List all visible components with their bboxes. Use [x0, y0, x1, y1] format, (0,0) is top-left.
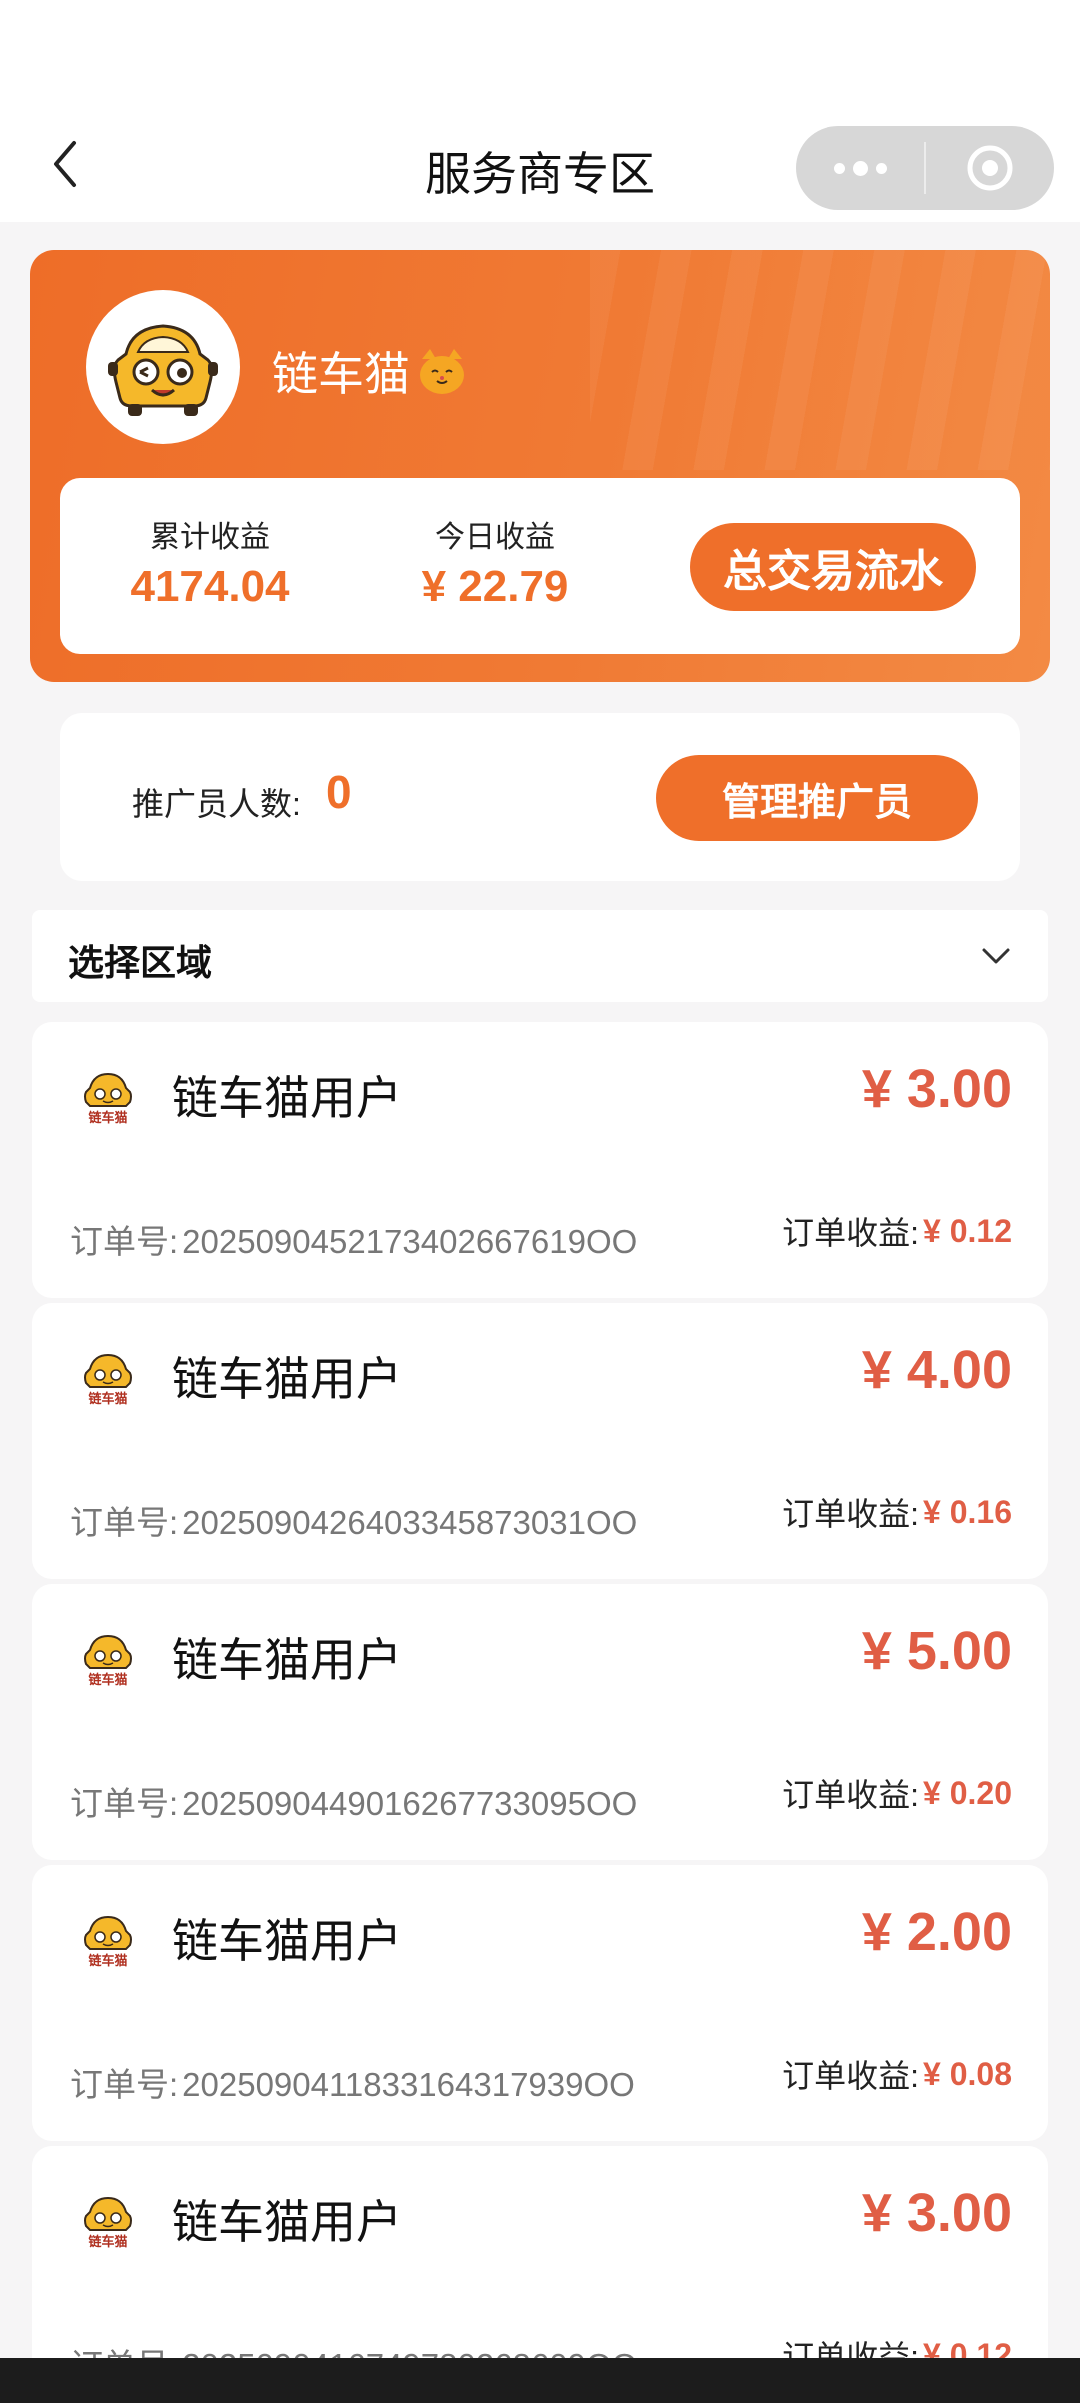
- total-earnings: 累计收益 4174.04: [100, 512, 320, 612]
- earnings-panel: 累计收益 4174.04 今日收益 ¥ 22.79 总交易流水: [60, 478, 1020, 654]
- profile-name-row: 链车猫: [272, 338, 468, 404]
- order-number: 订单号: 2025090426403345873031OO: [70, 1496, 637, 1544]
- order-income-label: 订单收益:: [782, 2058, 920, 2094]
- profile-card: 链车猫 累计收益 4174.04 今日收益 ¥ 22.79 总交易流水: [30, 250, 1050, 682]
- order-income: 订单收益: ¥ 0.08: [782, 2051, 1012, 2097]
- order-amount: ¥ 3.00: [861, 2183, 1012, 2243]
- order-number-value: 2025090426403345873031OO: [182, 1504, 638, 1541]
- order-item[interactable]: 链车猫 链车猫用户 ¥ 4.00 订单号: 2025090426403345873…: [32, 1303, 1048, 1579]
- order-item[interactable]: 链车猫 链车猫用户 ¥ 3.00 订单号: 2025090452173402667…: [32, 1022, 1048, 1298]
- brand-logo-icon: 链车猫: [84, 1634, 132, 1688]
- card-decoration: [590, 250, 1050, 470]
- total-earnings-label: 累计收益: [150, 521, 270, 554]
- target-circle-icon: [967, 145, 1013, 191]
- order-income: 订单收益: ¥ 0.12: [782, 1208, 1012, 1254]
- region-label: 选择区域: [68, 942, 213, 983]
- order-user-name: 链车猫用户: [172, 1634, 402, 1686]
- order-list: 链车猫 链车猫用户 ¥ 3.00 订单号: 2025090452173402667…: [32, 1022, 1048, 2403]
- avatar: [86, 290, 240, 444]
- order-income: 订单收益: ¥ 0.20: [782, 1770, 1012, 1816]
- manage-promoters-button[interactable]: 管理推广员: [656, 755, 978, 841]
- order-user-name: 链车猫用户: [172, 2196, 402, 2248]
- order-user-name: 链车猫用户: [172, 1353, 402, 1405]
- total-earnings-value: 4174.04: [130, 562, 290, 611]
- brand-logo-icon: 链车猫: [84, 1072, 132, 1126]
- today-earnings: 今日收益 ¥ 22.79: [385, 512, 605, 612]
- order-income-label: 订单收益:: [782, 1496, 920, 1532]
- today-earnings-label: 今日收益: [435, 521, 555, 554]
- order-number-label: 订单号:: [70, 1504, 179, 1541]
- more-dots-icon: [833, 160, 887, 176]
- profile-name: 链车猫: [272, 348, 410, 400]
- svg-text:链车猫: 链车猫: [87, 1391, 127, 1407]
- order-income-label: 订单收益:: [782, 1777, 920, 1813]
- order-income: 订单收益: ¥ 0.16: [782, 1489, 1012, 1535]
- order-income-value: ¥ 0.20: [923, 1774, 1012, 1811]
- order-income-label: 订单收益:: [782, 1215, 920, 1251]
- order-number-value: 2025090449016267733095OO: [182, 1785, 638, 1822]
- promoter-count-label: 推广员人数:: [132, 786, 301, 822]
- order-amount: ¥ 3.00: [861, 1059, 1012, 1119]
- order-number: 订单号: 2025090449016267733095OO: [70, 1777, 637, 1825]
- svg-text:链车猫: 链车猫: [87, 1953, 127, 1969]
- nav-bar: 服务商专区: [0, 110, 1080, 222]
- mini-program-capsule: [796, 126, 1054, 210]
- car-mascot-icon: [108, 324, 218, 416]
- order-number: 订单号: 2025090452173402667619OO: [70, 1215, 637, 1263]
- order-income-value: ¥ 0.16: [923, 1493, 1012, 1530]
- order-amount: ¥ 4.00: [861, 1340, 1012, 1400]
- brand-logo-icon: 链车猫: [84, 1915, 132, 1969]
- order-number-value: 2025090411833164317939OO: [182, 2066, 635, 2103]
- order-number-label: 订单号:: [70, 1223, 179, 1260]
- svg-text:链车猫: 链车猫: [87, 1110, 127, 1126]
- order-user-name: 链车猫用户: [172, 1072, 402, 1124]
- status-bar: [0, 0, 1080, 110]
- region-selector[interactable]: 选择区域: [32, 910, 1048, 1002]
- cat-face-icon: [420, 349, 464, 394]
- total-flow-button[interactable]: 总交易流水: [690, 523, 976, 611]
- order-user-name: 链车猫用户: [172, 1915, 402, 1967]
- order-number: 订单号: 2025090411833164317939OO: [70, 2058, 635, 2106]
- order-item[interactable]: 链车猫 链车猫用户 ¥ 2.00 订单号: 2025090411833164317…: [32, 1865, 1048, 2141]
- today-earnings-value: ¥ 22.79: [421, 562, 569, 611]
- close-button[interactable]: [926, 126, 1054, 210]
- order-amount: ¥ 5.00: [861, 1621, 1012, 1681]
- system-navigation-bar: [0, 2358, 1080, 2403]
- order-amount: ¥ 2.00: [861, 1902, 1012, 1962]
- svg-text:链车猫: 链车猫: [87, 2234, 127, 2250]
- brand-logo-icon: 链车猫: [84, 2196, 132, 2250]
- order-number-label: 订单号:: [70, 1785, 179, 1822]
- svg-text:链车猫: 链车猫: [87, 1672, 127, 1688]
- promoter-count: 0: [326, 766, 352, 818]
- order-number-label: 订单号:: [70, 2066, 179, 2103]
- promoter-card: 推广员人数: 0 管理推广员: [60, 713, 1020, 881]
- more-button[interactable]: [796, 126, 924, 210]
- order-number-value: 2025090452173402667619OO: [182, 1223, 638, 1260]
- chevron-down-icon: [982, 948, 1010, 964]
- order-item[interactable]: 链车猫 链车猫用户 ¥ 5.00 订单号: 2025090449016267733…: [32, 1584, 1048, 1860]
- order-income-value: ¥ 0.12: [923, 1212, 1012, 1249]
- brand-logo-icon: 链车猫: [84, 1353, 132, 1407]
- order-income-value: ¥ 0.08: [923, 2055, 1012, 2092]
